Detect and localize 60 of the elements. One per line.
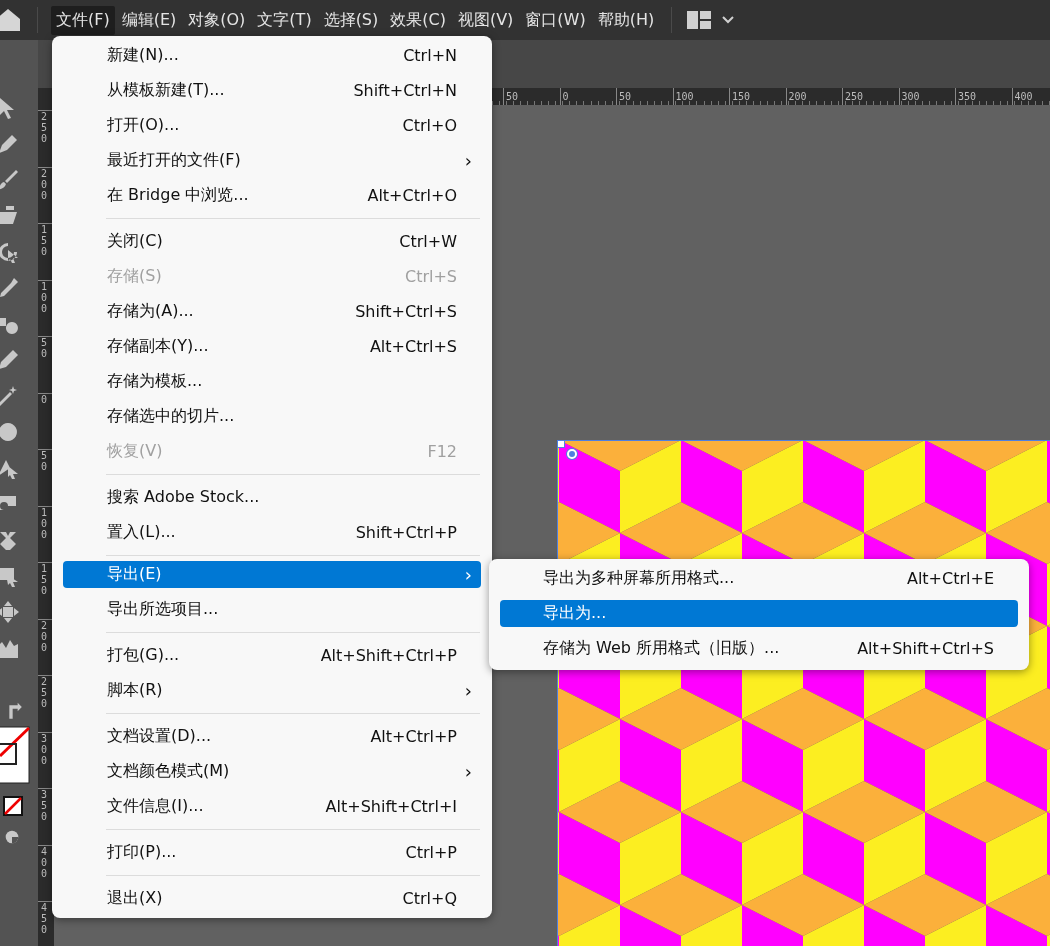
menu-bar-item[interactable]: 编辑(E) bbox=[116, 5, 182, 35]
ruler-label: 100 bbox=[41, 280, 49, 314]
brush-icon[interactable] bbox=[0, 168, 20, 192]
ruler-label: 450 bbox=[41, 902, 49, 935]
menu-item[interactable]: 打开(O)... Ctrl+O bbox=[52, 108, 492, 143]
menu-item[interactable]: 文档设置(D)... Alt+Ctrl+P bbox=[52, 719, 492, 754]
menu-item[interactable]: 导出为... bbox=[500, 600, 1018, 627]
ruler-label: 50 bbox=[41, 450, 49, 472]
home-icon[interactable] bbox=[0, 9, 20, 31]
ruler-label: 200 bbox=[41, 167, 49, 201]
move-icon[interactable] bbox=[0, 600, 20, 624]
ruler-label: 0 bbox=[41, 393, 49, 405]
menu-bar-item[interactable]: 窗口(W) bbox=[520, 5, 591, 35]
menu-item[interactable]: 导出(E) › bbox=[63, 561, 481, 588]
origin-point-icon[interactable] bbox=[567, 449, 577, 459]
ruler-label: 350 bbox=[41, 789, 49, 822]
menu-item[interactable]: 文档颜色模式(M) › bbox=[52, 754, 492, 789]
menu-bar-item[interactable]: 文字(T) bbox=[252, 5, 317, 35]
none-swatch-icon[interactable] bbox=[3, 796, 23, 816]
menu-item[interactable]: 从模板新建(T)... Shift+Ctrl+N bbox=[52, 73, 492, 108]
menu-item[interactable]: 新建(N)... Ctrl+N bbox=[52, 38, 492, 73]
menu-item[interactable]: 存储选中的切片... bbox=[52, 399, 492, 434]
ruler-label: 200 bbox=[41, 619, 49, 653]
draw-mode-icon[interactable] bbox=[3, 828, 21, 846]
menu-item[interactable]: 脚本(R) › bbox=[52, 673, 492, 708]
menu-item[interactable]: 最近打开的文件(F) › bbox=[52, 143, 492, 178]
menu-item[interactable]: 存储为模板... bbox=[52, 364, 492, 399]
eyedropper-icon[interactable] bbox=[0, 276, 20, 300]
menu-bar-item[interactable]: 帮助(H) bbox=[592, 5, 660, 35]
menu-item[interactable]: 置入(L)... Shift+Ctrl+P bbox=[52, 515, 492, 550]
ruler-label: 250 bbox=[41, 676, 49, 709]
artboard-handle[interactable] bbox=[557, 440, 565, 448]
menu-item[interactable]: 在 Bridge 中浏览... Alt+Ctrl+O bbox=[52, 178, 492, 213]
menu-item[interactable]: 打印(P)... Ctrl+P bbox=[52, 835, 492, 870]
ruler-label: 150 bbox=[41, 224, 49, 257]
ruler-label: 100 bbox=[41, 506, 49, 540]
menu-bar-item[interactable]: 选择(S) bbox=[318, 5, 384, 35]
menu-bar-item[interactable]: 视图(V) bbox=[452, 5, 519, 35]
menu-item[interactable]: 文件信息(I)... Alt+Shift+Ctrl+I bbox=[52, 789, 492, 824]
fill-none-swatch-icon[interactable] bbox=[0, 726, 30, 784]
menu-item[interactable]: 存储为 Web 所用格式（旧版）... Alt+Shift+Ctrl+S bbox=[489, 631, 1029, 666]
menu-item[interactable]: 打包(G)... Alt+Shift+Ctrl+P bbox=[52, 638, 492, 673]
menu-item[interactable]: 导出为多种屏幕所用格式... Alt+Ctrl+E bbox=[489, 561, 1029, 596]
menu-item[interactable]: 存储副本(Y)... Alt+Ctrl+S bbox=[52, 329, 492, 364]
menu-item[interactable]: 导出所选项目... bbox=[52, 592, 492, 627]
menu-item[interactable]: 存储为(A)... Shift+Ctrl+S bbox=[52, 294, 492, 329]
chevron-down-icon[interactable] bbox=[722, 16, 735, 24]
menu-item[interactable]: 搜索 Adobe Stock... bbox=[52, 480, 492, 515]
menu-bar-item[interactable]: 文件(F) bbox=[51, 5, 115, 35]
menu-bar-item[interactable]: 效果(C) bbox=[385, 5, 451, 35]
ruler-label: 50 bbox=[41, 337, 49, 359]
menu-item[interactable]: 退出(X) Ctrl+Q bbox=[52, 881, 492, 916]
menu-bar-item[interactable]: 对象(O) bbox=[183, 5, 251, 35]
menu-item[interactable]: 关闭(C) Ctrl+W bbox=[52, 224, 492, 259]
ruler-label: 400 bbox=[41, 845, 49, 879]
ruler-label: 150 bbox=[41, 563, 49, 596]
ruler-label: 250 bbox=[41, 111, 49, 144]
ruler-label: 300 bbox=[41, 732, 49, 766]
pencil-icon[interactable] bbox=[0, 348, 20, 372]
workspace-layout-icon[interactable] bbox=[686, 10, 713, 30]
